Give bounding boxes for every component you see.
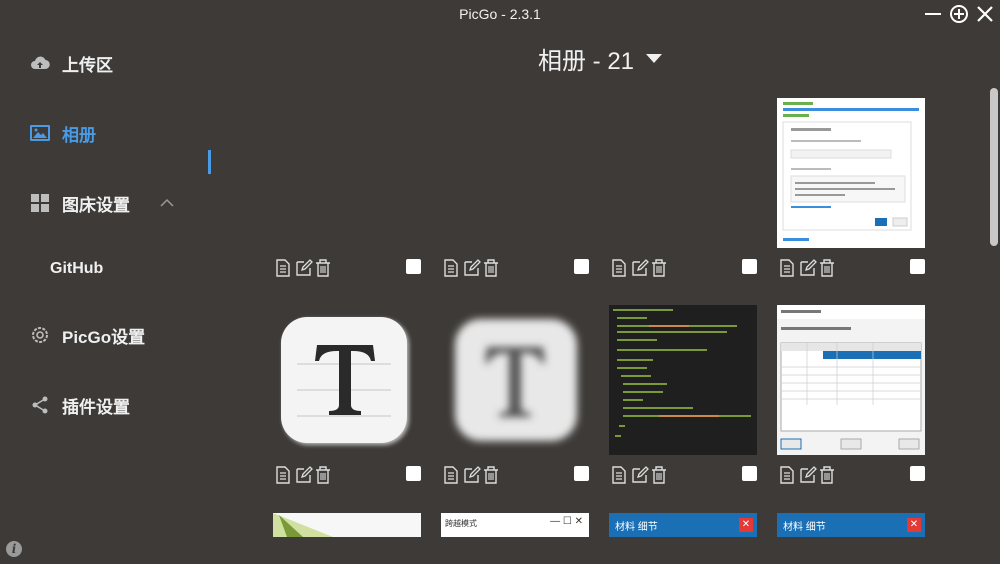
copy-link-icon[interactable] <box>443 259 461 277</box>
copy-link-icon[interactable] <box>611 466 629 484</box>
copy-link-icon[interactable] <box>275 466 293 484</box>
image-actions <box>777 259 925 279</box>
sidebar-item-label: 相册 <box>62 125 96 145</box>
sidebar-item-label: 插件设置 <box>62 397 130 417</box>
image-actions <box>777 466 925 486</box>
copy-link-icon[interactable] <box>275 259 293 277</box>
title-bar: PicGo - 2.3.1 <box>0 0 1000 30</box>
select-checkbox[interactable] <box>406 466 421 481</box>
chevron-up-icon[interactable] <box>160 198 174 208</box>
image-actions <box>609 466 757 486</box>
edit-icon[interactable] <box>799 259 817 277</box>
active-indicator <box>208 150 211 174</box>
delete-icon[interactable] <box>651 259 669 277</box>
select-checkbox[interactable] <box>574 259 589 274</box>
toolbar: 材料 细节 <box>777 513 925 537</box>
delete-icon[interactable] <box>651 466 669 484</box>
delete-icon[interactable] <box>483 259 501 277</box>
image-thumbnail[interactable] <box>273 305 421 455</box>
sidebar-item-picgo-settings[interactable]: PicGo设置 <box>30 320 145 350</box>
window-controls: — ☐ ✕ <box>550 516 583 527</box>
sidebar-item-label: PicGo设置 <box>62 327 146 347</box>
image-thumbnail[interactable]: 跨越模式 — ☐ ✕ <box>441 513 589 537</box>
close-icon: ✕ <box>739 518 753 532</box>
image-thumbnail[interactable] <box>273 513 421 537</box>
scrollbar[interactable] <box>990 88 998 246</box>
window-title-text: 跨越模式 <box>445 519 477 528</box>
image-actions <box>609 259 757 279</box>
copy-link-icon[interactable] <box>611 259 629 277</box>
close-icon[interactable] <box>974 3 996 25</box>
sidebar-item-label: 上传区 <box>62 55 113 75</box>
select-checkbox[interactable] <box>910 466 925 481</box>
sidebar-item-label: GitHub <box>50 260 104 277</box>
window-title: PicGo - 2.3.1 <box>459 6 541 22</box>
album-header[interactable]: 相册 - 21 <box>538 42 663 75</box>
album-title: 相册 - 21 <box>538 47 635 75</box>
close-icon: ✕ <box>907 518 921 532</box>
image-actions <box>441 466 589 486</box>
select-checkbox[interactable] <box>406 259 421 274</box>
edit-icon[interactable] <box>463 259 481 277</box>
select-checkbox[interactable] <box>574 466 589 481</box>
edit-icon[interactable] <box>463 466 481 484</box>
share-icon <box>30 395 50 415</box>
sidebar-item-plugin-settings[interactable]: 插件设置 <box>30 390 130 420</box>
image-thumbnail[interactable] <box>609 305 757 455</box>
select-checkbox[interactable] <box>742 466 757 481</box>
maximize-icon[interactable] <box>948 3 970 25</box>
edit-icon[interactable] <box>799 466 817 484</box>
select-checkbox[interactable] <box>910 259 925 274</box>
sidebar-item-label: 图床设置 <box>62 195 130 215</box>
image-actions <box>441 259 589 279</box>
delete-icon[interactable] <box>315 466 333 484</box>
delete-icon[interactable] <box>315 259 333 277</box>
edit-icon[interactable] <box>295 259 313 277</box>
edit-icon[interactable] <box>631 466 649 484</box>
sidebar-item-upload[interactable]: 上传区 <box>30 48 113 78</box>
cloud-upload-icon <box>30 53 50 73</box>
select-checkbox[interactable] <box>742 259 757 274</box>
sidebar-item-github[interactable]: GitHub <box>50 254 103 284</box>
image-icon <box>30 123 50 143</box>
image-thumbnail[interactable]: 材料 细节 ✕ <box>609 513 757 537</box>
gear-icon <box>30 325 50 345</box>
image-actions <box>273 466 421 486</box>
copy-link-icon[interactable] <box>779 466 797 484</box>
sidebar-item-picbed-settings[interactable]: 图床设置 <box>30 188 174 218</box>
info-icon[interactable]: i <box>6 541 22 557</box>
image-thumbnail[interactable] <box>777 305 925 455</box>
delete-icon[interactable] <box>819 259 837 277</box>
edit-icon[interactable] <box>295 466 313 484</box>
edit-icon[interactable] <box>631 259 649 277</box>
caret-down-icon[interactable] <box>646 53 663 63</box>
delete-icon[interactable] <box>819 466 837 484</box>
copy-link-icon[interactable] <box>443 466 461 484</box>
image-thumbnail[interactable] <box>777 98 925 248</box>
sidebar: 上传区 相册 图床设置 GitHub PicGo设置 插件设置 <box>0 30 220 564</box>
image-thumbnail[interactable] <box>441 305 589 455</box>
delete-icon[interactable] <box>483 466 501 484</box>
grid-icon <box>30 193 50 213</box>
image-thumbnail[interactable]: 材料 细节 ✕ <box>777 513 925 537</box>
copy-link-icon[interactable] <box>779 259 797 277</box>
minimize-icon[interactable] <box>922 3 944 25</box>
toolbar: 材料 细节 <box>609 513 757 537</box>
image-actions <box>273 259 421 279</box>
sidebar-item-gallery[interactable]: 相册 <box>30 118 96 148</box>
